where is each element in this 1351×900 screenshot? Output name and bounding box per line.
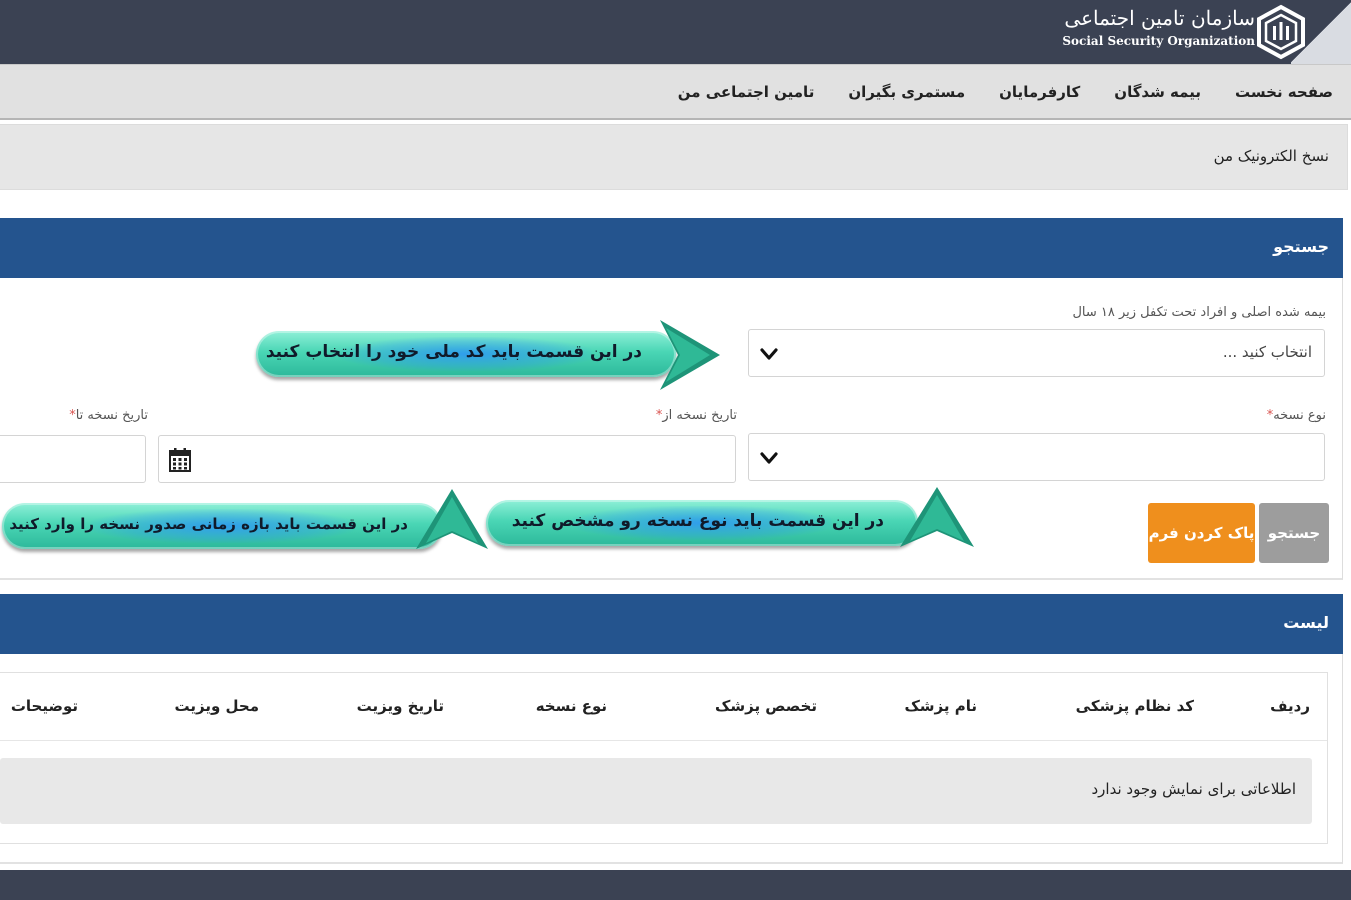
insured-select[interactable]: انتخاب کنید ... [748,329,1325,377]
date-from-input[interactable] [158,435,736,483]
search-button[interactable]: جستجو [1259,503,1329,563]
date-to-input[interactable] [0,435,146,483]
nav-list: صفحه نخست بیمه شدگان کارفرمایان مستمری ب… [678,65,1333,119]
list-panel-header: لیست [0,594,1343,654]
site-footer [0,870,1351,900]
nav-item-employers[interactable]: کارفرمایان [999,83,1080,101]
annotation-date-range-text: در این قسمت باید بازه زمانی صدور نسخه را… [9,515,408,533]
nav-item-insured[interactable]: بیمه شدگان [1114,83,1201,101]
arrow-up-icon [416,489,488,549]
arrow-up-icon [900,487,974,547]
column-header-description[interactable]: توضیحات [11,697,78,715]
date-to-label: تاریخ نسخه تا* [65,408,148,423]
type-label: نوع نسخه* [1263,408,1326,423]
column-header-specialty[interactable]: تخصص پزشک [715,697,817,715]
annotation-prescription-type: در این قسمت باید نوع نسخه رو مشخص کنید [486,500,918,546]
annotation-date-range: در این قسمت باید بازه زمانی صدور نسخه را… [2,503,442,549]
search-panel-title: جستجو [1273,237,1329,256]
insured-label-text: بیمه شده اصلی و افراد تحت تکفل زیر ۱۸ سا… [1072,305,1326,320]
column-header-row-number[interactable]: ردیف [1270,697,1310,715]
date-from-label-text: تاریخ نسخه از [662,408,737,423]
calendar-icon[interactable] [169,448,191,472]
column-header-prescription-type[interactable]: نوع نسخه [536,697,607,715]
chevron-down-icon [760,348,778,360]
nav-item-pensioners[interactable]: مستمری بگیران [848,83,965,101]
org-name: سازمان تامین اجتماعی Social Security Org… [1055,6,1255,48]
org-name-en: Social Security Organization [1062,34,1255,48]
column-header-visit-place[interactable]: محل ویزیت [174,697,259,715]
empty-state-message: اطلاعاتی برای نمایش وجود ندارد [1091,780,1297,798]
table-header-divider [0,740,1327,741]
nav-item-home[interactable]: صفحه نخست [1235,83,1333,101]
column-header-doctor-name[interactable]: نام پزشک [904,697,977,715]
breadcrumb: نسخ الکترونیک من [0,124,1348,190]
annotation-national-code: در این قسمت باید کد ملی خود را انتخاب کن… [256,331,676,377]
annotation-prescription-type-text: در این قسمت باید نوع نسخه رو مشخص کنید [511,511,884,531]
column-header-visit-date[interactable]: تاریخ ویزیت [357,697,444,715]
chevron-down-icon [760,452,778,464]
org-name-fa: سازمان تامین اجتماعی [1064,6,1255,30]
clear-form-button[interactable]: پاک کردن فرم [1148,503,1255,563]
type-select[interactable] [748,433,1325,481]
insured-select-placeholder: انتخاب کنید ... [1222,343,1312,361]
search-panel-header: جستجو [0,218,1343,278]
annotation-national-code-text: در این قسمت باید کد ملی خود را انتخاب کن… [265,342,642,362]
ssa-logo-icon[interactable] [1253,4,1309,60]
insured-label: بیمه شده اصلی و افراد تحت تکفل زیر ۱۸ سا… [1072,305,1326,320]
site-header: سازمان تامین اجتماعی Social Security Org… [0,0,1351,64]
list-panel-title: لیست [1283,613,1329,632]
type-label-text: نوع نسخه [1273,408,1326,423]
date-from-label: تاریخ نسخه از* [652,408,737,423]
date-to-label-text: تاریخ نسخه تا [75,408,148,423]
column-header-medical-code[interactable]: کد نظام پزشکی [1076,697,1194,715]
page-title: نسخ الکترونیک من [1213,147,1329,165]
main-nav: صفحه نخست بیمه شدگان کارفرمایان مستمری ب… [0,64,1351,120]
nav-item-my-ssa[interactable]: تامین اجتماعی من [678,83,815,101]
arrow-right-icon [660,320,720,390]
empty-state: اطلاعاتی برای نمایش وجود ندارد [0,758,1312,824]
